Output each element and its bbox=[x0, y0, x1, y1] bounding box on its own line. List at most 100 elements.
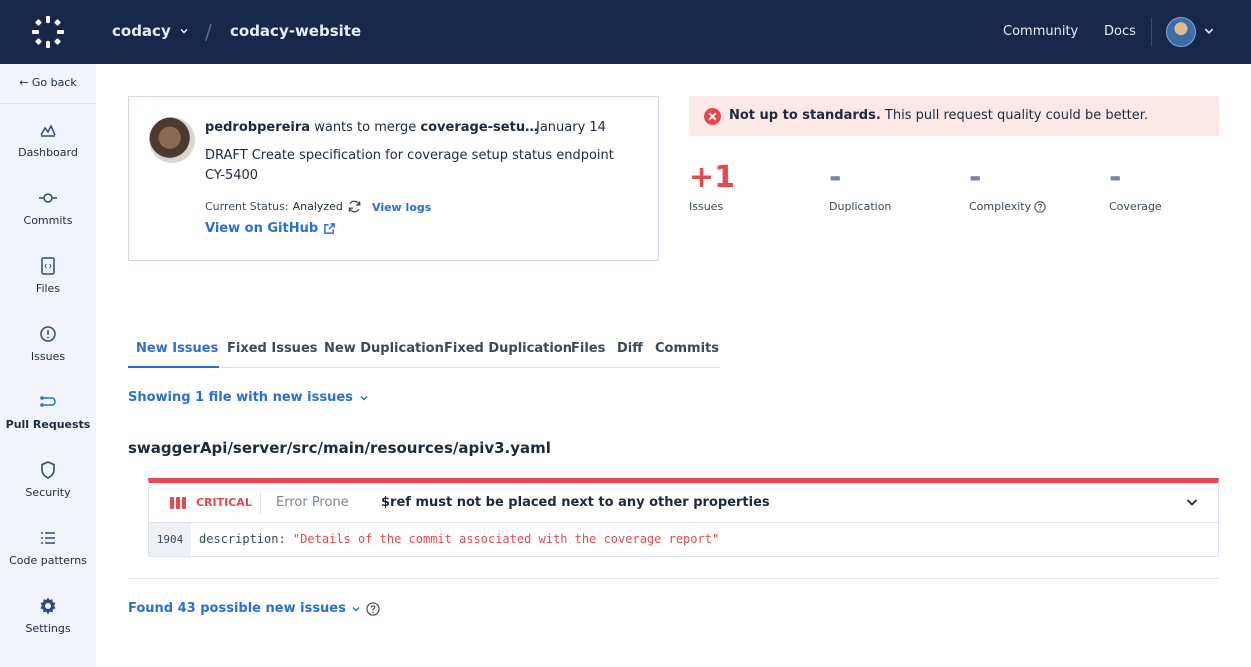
metric-issues[interactable]: +1 Issues bbox=[689, 160, 809, 213]
sidebar: ← Go back Dashboard Commits Files Issues… bbox=[0, 64, 96, 667]
line-number: 1904 bbox=[149, 523, 191, 556]
sidebar-item-settings[interactable]: Settings bbox=[0, 596, 96, 656]
commit-icon bbox=[39, 193, 57, 203]
top-navbar: codacy / codacy-website Community Docs bbox=[0, 0, 1251, 64]
sidebar-item-label: Security bbox=[25, 486, 71, 499]
quality-status-banner: Not up to standards. This pull request q… bbox=[689, 96, 1219, 136]
chevron-down-icon bbox=[180, 28, 188, 34]
user-avatar[interactable] bbox=[1166, 17, 1196, 47]
banner-detail: This pull request quality could be bette… bbox=[884, 108, 1149, 123]
list-icon bbox=[41, 532, 55, 544]
files-filter-dropdown[interactable]: Showing 1 file with new issues bbox=[128, 390, 369, 405]
issue-card: CRITICAL Error Prone $ref must not be pl… bbox=[148, 478, 1219, 557]
section-divider bbox=[128, 578, 1219, 579]
sidebar-item-label: Settings bbox=[25, 622, 71, 635]
docs-link[interactable]: Docs bbox=[1104, 24, 1136, 39]
metric-label: Issues bbox=[689, 200, 724, 213]
issues-icon bbox=[40, 326, 56, 342]
community-link[interactable]: Community bbox=[1003, 24, 1078, 39]
critical-severity-icon bbox=[170, 497, 186, 509]
pr-tabs: New Issues Fixed Issues New Duplication … bbox=[128, 336, 720, 368]
metric-value: +1 bbox=[689, 160, 736, 195]
sidebar-item-issues[interactable]: Issues bbox=[0, 324, 96, 384]
divider bbox=[260, 492, 261, 514]
sidebar-item-label: Issues bbox=[30, 350, 66, 363]
error-circle-icon bbox=[704, 108, 721, 125]
navbar-divider bbox=[1151, 18, 1152, 46]
pr-status: Current Status: Analyzed bbox=[205, 199, 362, 214]
code-string: "Details of the commit associated with t… bbox=[292, 532, 720, 546]
github-link-label: View on GitHub bbox=[205, 221, 319, 236]
status-label: Current Status: bbox=[205, 200, 289, 213]
tab-new-duplication[interactable]: New Duplication bbox=[324, 341, 444, 356]
tab-fixed-duplication[interactable]: Fixed Duplication bbox=[444, 341, 572, 356]
shield-icon bbox=[41, 461, 55, 479]
issue-message: $ref must not be placed next to any othe… bbox=[381, 495, 770, 510]
sidebar-item-label: Commits bbox=[23, 214, 73, 227]
go-back-link[interactable]: ← Go back bbox=[0, 64, 96, 104]
chevron-down-icon[interactable] bbox=[1185, 495, 1199, 509]
banner-bold: Not up to standards. bbox=[729, 108, 881, 123]
tab-new-issues[interactable]: New Issues bbox=[136, 341, 218, 356]
author-avatar bbox=[149, 117, 195, 163]
chevron-down-icon bbox=[352, 606, 360, 612]
metric-complexity: - Complexity bbox=[969, 160, 1089, 213]
repo-name[interactable]: codacy-website bbox=[230, 22, 361, 40]
org-name: codacy bbox=[112, 22, 171, 40]
gear-icon bbox=[40, 597, 56, 615]
metric-label: Duplication bbox=[829, 200, 892, 213]
metric-label: Coverage bbox=[1109, 200, 1162, 213]
banner-message: Not up to standards. This pull request q… bbox=[729, 108, 1148, 123]
possible-issues-label: Found 43 possible new issues bbox=[128, 601, 346, 616]
pull-request-icon bbox=[40, 396, 56, 407]
metric-label-row: Complexity bbox=[969, 200, 1089, 213]
status-value: Analyzed bbox=[292, 200, 343, 213]
metric-label: Complexity bbox=[969, 200, 1032, 213]
possible-issues-toggle[interactable]: Found 43 possible new issues bbox=[128, 601, 380, 616]
pr-title: DRAFT Create specification for coverage … bbox=[205, 148, 614, 183]
view-logs-link[interactable]: View logs bbox=[372, 201, 431, 214]
breadcrumb-separator: / bbox=[205, 20, 212, 44]
dashboard-icon bbox=[40, 124, 56, 137]
file-icon bbox=[41, 257, 55, 275]
issue-header[interactable]: CRITICAL Error Prone $ref must not be pl… bbox=[148, 478, 1219, 523]
pr-date: January 14 bbox=[536, 120, 606, 135]
sidebar-item-label: Dashboard bbox=[18, 146, 78, 159]
sidebar-item-label: Files bbox=[35, 282, 61, 295]
metric-coverage: - Coverage bbox=[1109, 160, 1229, 213]
pr-author[interactable]: pedrobpereira bbox=[205, 120, 310, 135]
sidebar-item-dashboard[interactable]: Dashboard bbox=[0, 120, 96, 180]
codacy-logo-icon[interactable] bbox=[30, 14, 66, 50]
pr-summary: pedrobpereira wants to merge coverage-se… bbox=[205, 120, 538, 135]
pr-action: wants to merge bbox=[314, 120, 417, 135]
view-on-github-link[interactable]: View on GitHub bbox=[205, 221, 336, 236]
code-key: description: bbox=[199, 532, 293, 546]
sidebar-item-label: Pull Requests bbox=[5, 418, 91, 431]
help-icon[interactable] bbox=[1034, 200, 1046, 213]
files-filter-label: Showing 1 file with new issues bbox=[128, 390, 353, 405]
metric-value: - bbox=[969, 160, 982, 195]
sidebar-item-code-patterns[interactable]: Code patterns bbox=[0, 528, 96, 588]
help-icon[interactable] bbox=[366, 601, 380, 616]
sidebar-item-files[interactable]: Files bbox=[0, 256, 96, 316]
external-link-icon bbox=[324, 223, 336, 234]
code-line: 1904 description: "Details of the commit… bbox=[148, 523, 1219, 557]
sidebar-item-pull-requests[interactable]: Pull Requests bbox=[0, 392, 96, 452]
pull-request-card: pedrobpereira wants to merge coverage-se… bbox=[128, 96, 659, 261]
org-selector[interactable]: codacy bbox=[112, 22, 189, 40]
chevron-down-icon[interactable] bbox=[1203, 25, 1215, 37]
sidebar-item-security[interactable]: Security bbox=[0, 460, 96, 520]
chevron-down-icon bbox=[360, 395, 368, 401]
metric-duplication: - Duplication bbox=[829, 160, 949, 213]
file-path: swaggerApi/server/src/main/resources/api… bbox=[128, 439, 551, 457]
sidebar-item-label: Code patterns bbox=[9, 554, 87, 567]
tab-diff[interactable]: Diff bbox=[617, 341, 643, 356]
metric-value: - bbox=[829, 160, 842, 195]
issue-category: Error Prone bbox=[276, 495, 349, 510]
refresh-icon[interactable] bbox=[347, 199, 362, 214]
severity-label: CRITICAL bbox=[196, 496, 252, 509]
tab-fixed-issues[interactable]: Fixed Issues bbox=[227, 341, 318, 356]
tab-files[interactable]: Files bbox=[571, 341, 605, 356]
tab-commits[interactable]: Commits bbox=[655, 341, 719, 356]
sidebar-item-commits[interactable]: Commits bbox=[0, 188, 96, 248]
